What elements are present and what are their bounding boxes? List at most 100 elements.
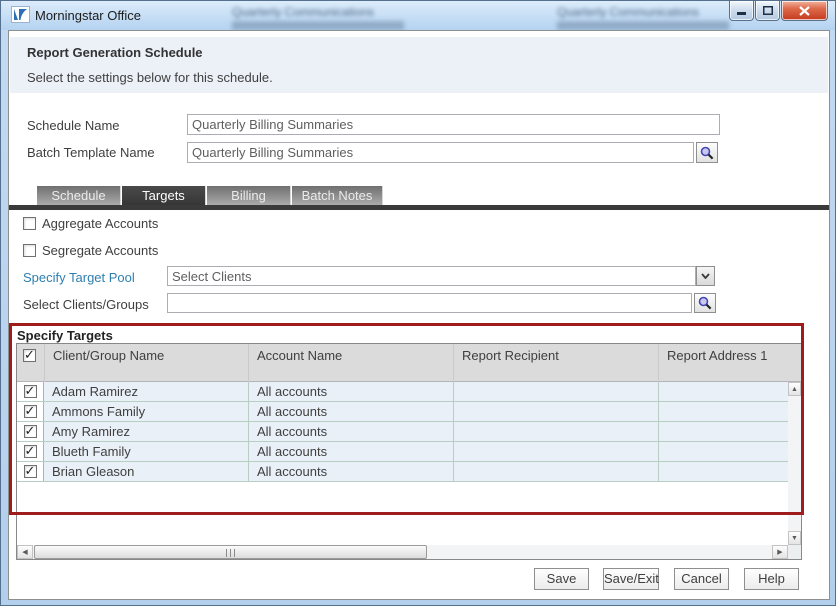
scroll-thumb-grip <box>226 549 235 557</box>
maximize-icon <box>763 6 773 15</box>
table-row[interactable]: Brian Gleason All accounts <box>17 462 788 482</box>
targets-grid: Client/Group Name Account Name Report Re… <box>16 343 802 560</box>
client-name-cell: Ammons Family <box>44 402 248 421</box>
batch-template-search-button[interactable] <box>696 142 718 163</box>
save-button[interactable]: Save <box>534 568 589 590</box>
report-address-cell <box>658 402 788 421</box>
row-checkbox[interactable] <box>24 405 37 418</box>
aggregate-accounts-checkbox[interactable] <box>23 217 36 230</box>
client-name-cell: Adam Ramirez <box>44 382 248 401</box>
row-checkbox-cell <box>17 442 44 461</box>
select-all-cell <box>17 344 44 382</box>
table-row[interactable]: Ammons Family All accounts <box>17 402 788 422</box>
scroll-down-button[interactable]: ▼ <box>788 531 801 545</box>
specify-target-pool-link[interactable]: Specify Target Pool <box>23 270 135 285</box>
tab-label: Targets <box>142 188 185 203</box>
account-name-cell: All accounts <box>248 422 453 441</box>
background-window-text: Quarterly Communications <box>232 5 374 19</box>
aggregate-accounts-label: Aggregate Accounts <box>42 216 158 231</box>
table-row[interactable]: Blueth Family All accounts <box>17 442 788 462</box>
report-recipient-cell <box>453 382 658 401</box>
column-header-account-name[interactable]: Account Name <box>248 344 453 382</box>
select-clients-groups-search-button[interactable] <box>694 293 716 313</box>
select-clients-groups-label: Select Clients/Groups <box>23 297 149 312</box>
page-subtitle: Select the settings below for this sched… <box>27 70 273 85</box>
horizontal-scroll-thumb[interactable] <box>34 545 427 559</box>
scroll-right-button[interactable]: ▶ <box>772 545 788 559</box>
report-address-cell <box>658 422 788 441</box>
scroll-up-button[interactable]: ▲ <box>788 382 801 396</box>
client-name-cell: Blueth Family <box>44 442 248 461</box>
tab-label: Billing <box>231 188 266 203</box>
tab-targets[interactable]: Targets <box>122 186 206 205</box>
scroll-left-icon: ◀ <box>22 548 27 556</box>
tab-schedule[interactable]: Schedule <box>37 186 121 205</box>
report-recipient-cell <box>453 442 658 461</box>
column-header-report-recipient[interactable]: Report Recipient <box>453 344 658 382</box>
row-checkbox[interactable] <box>24 445 37 458</box>
scroll-down-icon: ▼ <box>791 535 798 542</box>
row-checkbox-cell <box>17 402 44 421</box>
background-window-blur <box>557 21 729 30</box>
batch-template-name-label: Batch Template Name <box>27 145 155 160</box>
row-checkbox[interactable] <box>24 425 37 438</box>
save-exit-button[interactable]: Save/Exit <box>603 568 659 590</box>
scroll-left-button[interactable]: ◀ <box>17 545 33 559</box>
segregate-accounts-checkbox[interactable] <box>23 244 36 257</box>
background-window-text: Quarterly Communications <box>557 5 699 19</box>
account-name-cell: All accounts <box>248 442 453 461</box>
report-recipient-cell <box>453 422 658 441</box>
morningstar-office-window: Quarterly Communications Quarterly Commu… <box>0 0 836 606</box>
row-checkbox[interactable] <box>24 385 37 398</box>
tab-label: Schedule <box>51 188 105 203</box>
row-checkbox-cell <box>17 382 44 401</box>
dialog-content: Report Generation Schedule Select the se… <box>8 30 830 600</box>
tab-billing[interactable]: Billing <box>207 186 291 205</box>
row-checkbox-cell <box>17 462 44 481</box>
account-name-cell: All accounts <box>248 402 453 421</box>
tab-strip <box>9 205 829 210</box>
grid-horizontal-scrollbar[interactable]: ◀ ▶ <box>17 545 788 559</box>
report-recipient-cell <box>453 462 658 481</box>
title-bar[interactable]: Quarterly Communications Quarterly Commu… <box>1 1 836 30</box>
column-header-client-group-name[interactable]: Client/Group Name <box>44 344 248 382</box>
cancel-button[interactable]: Cancel <box>674 568 729 590</box>
schedule-name-label: Schedule Name <box>27 118 120 133</box>
page-title: Report Generation Schedule <box>27 45 203 60</box>
row-checkbox-cell <box>17 422 44 441</box>
grid-vertical-scrollbar[interactable]: ▲ ▼ <box>788 382 801 545</box>
minimize-icon <box>737 6 746 15</box>
search-icon <box>700 146 714 160</box>
column-header-report-address-1[interactable]: Report Address 1 <box>658 344 801 382</box>
search-icon <box>698 296 712 310</box>
grid-header-row: Client/Group Name Account Name Report Re… <box>17 344 801 382</box>
batch-template-name-input[interactable] <box>187 142 694 163</box>
report-address-cell <box>658 442 788 461</box>
schedule-name-input[interactable] <box>187 114 720 135</box>
help-button[interactable]: Help <box>744 568 799 590</box>
scroll-right-icon: ▶ <box>777 548 782 556</box>
account-name-cell: All accounts <box>248 382 453 401</box>
tab-batch-notes[interactable]: Batch Notes <box>292 186 383 205</box>
minimize-button[interactable] <box>729 1 754 21</box>
table-row[interactable]: Adam Ramirez All accounts <box>17 382 788 402</box>
select-clients-groups-input[interactable] <box>167 293 692 313</box>
window-title: Morningstar Office <box>35 8 141 23</box>
target-pool-dropdown-button[interactable] <box>696 266 715 286</box>
maximize-button[interactable] <box>755 1 780 21</box>
client-name-cell: Brian Gleason <box>44 462 248 481</box>
segregate-accounts-label: Segregate Accounts <box>42 243 158 258</box>
account-name-cell: All accounts <box>248 462 453 481</box>
background-window-blur <box>232 21 404 30</box>
specify-targets-label: Specify Targets <box>17 328 113 343</box>
target-pool-dropdown[interactable]: Select Clients <box>167 266 696 286</box>
table-row[interactable]: Amy Ramirez All accounts <box>17 422 788 442</box>
row-checkbox[interactable] <box>24 465 37 478</box>
close-button[interactable] <box>781 1 828 21</box>
chevron-down-icon <box>701 273 710 279</box>
scroll-up-icon: ▲ <box>791 386 798 393</box>
scrollbar-corner <box>788 545 801 559</box>
report-address-cell <box>658 382 788 401</box>
morningstar-logo-icon <box>11 6 30 23</box>
select-all-checkbox[interactable] <box>23 349 36 362</box>
